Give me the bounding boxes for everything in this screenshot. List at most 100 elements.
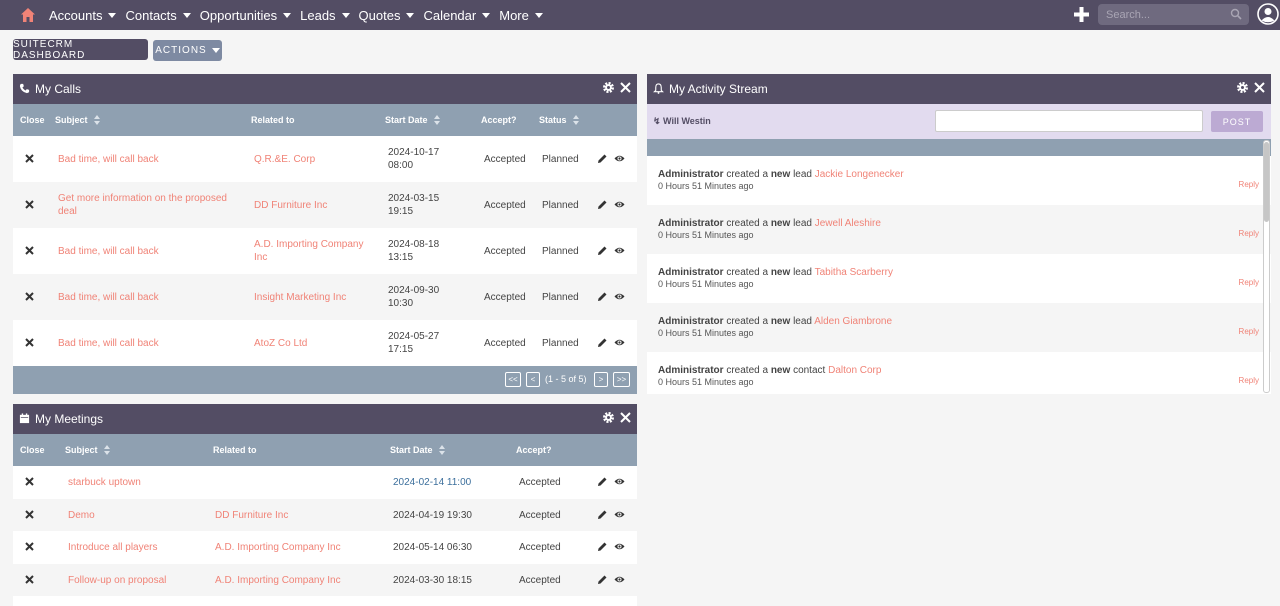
next-page-button[interactable]: >	[594, 372, 608, 387]
actor: Administrator	[658, 169, 724, 180]
new-marker: new	[770, 316, 791, 327]
nav-accounts[interactable]: Accounts	[49, 7, 117, 23]
pencil-icon[interactable]	[597, 199, 608, 210]
reply-link[interactable]: Reply	[1239, 229, 1259, 238]
eye-icon[interactable]	[614, 291, 625, 302]
related-link[interactable]: Q.R.&E. Corp	[254, 153, 374, 166]
remove-icon[interactable]	[25, 575, 34, 584]
related-link[interactable]: AtoZ Co Ltd	[254, 337, 374, 350]
target-link[interactable]: Jewell Aleshire	[815, 218, 881, 229]
meeting-subject-link[interactable]: starbuck uptown	[68, 476, 141, 489]
eye-icon[interactable]	[614, 153, 625, 164]
col-start-date[interactable]: Start Date	[390, 445, 445, 455]
post-bar: ↯ Will Westin POST	[647, 104, 1271, 139]
search-icon[interactable]	[1230, 8, 1242, 20]
activity-item: Administrator created a new lead Jackie …	[647, 156, 1271, 205]
call-subject-link[interactable]: Bad time, will call back	[58, 291, 238, 304]
remove-icon[interactable]	[25, 292, 34, 301]
nav-calendar[interactable]: Calendar	[423, 8, 491, 23]
post-button[interactable]: POST	[1211, 111, 1263, 132]
col-subject[interactable]: Subject	[55, 115, 100, 125]
eye-icon[interactable]	[614, 574, 625, 585]
reply-link[interactable]: Reply	[1239, 376, 1259, 385]
target-link[interactable]: Dalton Corp	[828, 365, 881, 376]
eye-icon[interactable]	[614, 509, 625, 520]
new-marker: new	[770, 365, 791, 376]
related-link[interactable]: DD Furniture Inc	[215, 509, 288, 522]
nav-opportunities[interactable]: Opportunities	[200, 8, 292, 23]
activity-time: 0 Hours 51 Minutes ago	[658, 279, 754, 289]
gear-icon[interactable]	[602, 411, 615, 424]
eye-icon[interactable]	[614, 541, 625, 552]
eye-icon[interactable]	[614, 245, 625, 256]
remove-icon[interactable]	[25, 200, 34, 209]
nav-quotes[interactable]: Quotes	[359, 8, 415, 23]
gear-icon[interactable]	[1236, 81, 1249, 94]
remove-icon[interactable]	[25, 338, 34, 347]
related-link[interactable]: A.D. Importing Company Inc	[215, 541, 341, 554]
user-avatar-icon[interactable]	[1257, 3, 1279, 25]
activity-list: Administrator created a new lead Jackie …	[647, 156, 1271, 401]
my-calls-dashlet: My Calls Close Subject Related to Start …	[13, 74, 637, 394]
close-icon[interactable]	[619, 81, 632, 94]
related-link[interactable]: DD Furniture Inc	[254, 199, 374, 212]
close-icon[interactable]	[1253, 81, 1266, 94]
col-status[interactable]: Status	[539, 115, 579, 125]
eye-icon[interactable]	[614, 476, 625, 487]
close-icon[interactable]	[619, 411, 632, 424]
dashlet-title: My Activity Stream	[669, 82, 768, 96]
pencil-icon[interactable]	[597, 153, 608, 164]
pencil-icon[interactable]	[597, 541, 608, 552]
first-page-button[interactable]: <<	[505, 372, 521, 387]
home-icon[interactable]	[20, 7, 36, 23]
related-link[interactable]: A.D. Importing Company Inc	[215, 574, 341, 587]
last-page-button[interactable]: >>	[613, 372, 630, 387]
target-link[interactable]: Jackie Longenecker	[815, 169, 904, 180]
actions-dropdown-button[interactable]: ACTIONS	[153, 40, 222, 61]
meeting-subject-link[interactable]: Introduce all players	[68, 541, 158, 554]
eye-icon[interactable]	[614, 199, 625, 210]
plus-icon[interactable]	[1073, 6, 1090, 23]
prev-page-button[interactable]: <	[526, 372, 540, 387]
pencil-icon[interactable]	[597, 509, 608, 520]
remove-icon[interactable]	[25, 542, 34, 551]
meeting-subject-link[interactable]: Follow-up on proposal	[68, 574, 166, 587]
col-subject[interactable]: Subject	[65, 445, 110, 455]
target-link[interactable]: Tabitha Scarberry	[815, 267, 893, 278]
remove-icon[interactable]	[25, 246, 34, 255]
related-link[interactable]: A.D. Importing Company Inc	[254, 238, 374, 264]
calls-table-header: Close Subject Related to Start Date Acce…	[13, 104, 637, 136]
search-input[interactable]	[1098, 4, 1249, 25]
post-input[interactable]	[935, 110, 1203, 132]
target-link[interactable]: Alden Giambrone	[814, 316, 892, 327]
remove-icon[interactable]	[25, 154, 34, 163]
related-link[interactable]: Insight Marketing Inc	[254, 291, 374, 304]
eye-icon[interactable]	[614, 337, 625, 348]
nav-more[interactable]: More	[499, 8, 543, 23]
remove-icon[interactable]	[25, 477, 34, 486]
nav-contacts[interactable]: Contacts	[125, 8, 191, 23]
call-subject-link[interactable]: Bad time, will call back	[58, 153, 238, 166]
pencil-icon[interactable]	[597, 291, 608, 302]
pencil-icon[interactable]	[597, 476, 608, 487]
gear-icon[interactable]	[602, 81, 615, 94]
reply-link[interactable]: Reply	[1239, 278, 1259, 287]
pencil-icon[interactable]	[597, 574, 608, 585]
call-subject-link[interactable]: Bad time, will call back	[58, 245, 238, 258]
col-label: Subject	[65, 445, 98, 455]
reply-link[interactable]: Reply	[1239, 327, 1259, 336]
pencil-icon[interactable]	[597, 245, 608, 256]
nav-leads[interactable]: Leads	[300, 8, 350, 23]
pencil-icon[interactable]	[597, 337, 608, 348]
reply-link[interactable]: Reply	[1239, 180, 1259, 189]
col-start-date[interactable]: Start Date	[385, 115, 440, 125]
meeting-subject-link[interactable]: Demo	[68, 509, 95, 522]
nav-label: Accounts	[49, 7, 103, 23]
dashlet-header: My Activity Stream	[647, 74, 1271, 104]
call-subject-link[interactable]: Get more information on the proposed dea…	[58, 192, 238, 218]
call-status: Planned	[542, 246, 579, 257]
activity-scrollbar-thumb[interactable]	[1264, 142, 1269, 222]
remove-icon[interactable]	[25, 510, 34, 519]
call-subject-link[interactable]: Bad time, will call back	[58, 337, 238, 350]
dashboard-tab-button[interactable]: SUITECRM DASHBOARD	[13, 39, 148, 61]
